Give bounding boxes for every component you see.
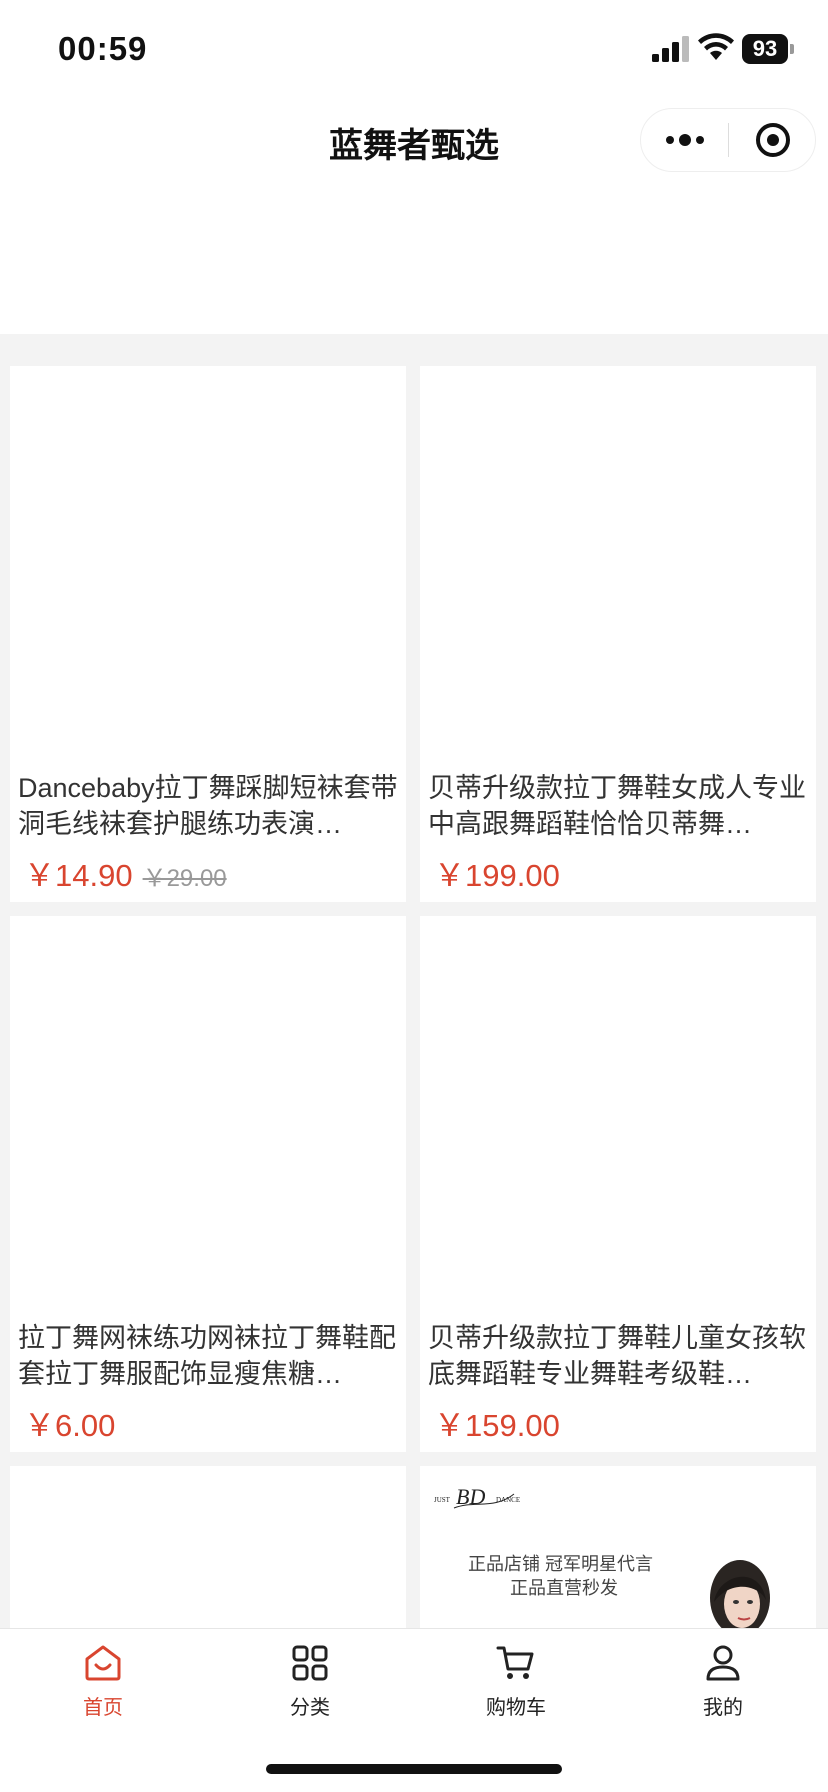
- tab-label: 分类: [290, 1697, 330, 1719]
- product-original-price: ￥29.00: [142, 865, 227, 892]
- svg-text:DANCE: DANCE: [496, 1496, 520, 1504]
- price-row: ￥6.00: [24, 1400, 115, 1445]
- svg-text:BD: BD: [456, 1484, 485, 1509]
- tab-category[interactable]: 分类: [250, 1643, 370, 1727]
- category-grid-icon: [292, 1645, 328, 1681]
- celebrity-photo: [710, 1560, 770, 1630]
- nav-bar: 蓝舞者甄选: [0, 96, 828, 184]
- product-card[interactable]: [10, 1466, 406, 1630]
- store-ad-card[interactable]: JUST BD DANCE 正品店铺 冠军明星代言 正品直营秒发: [420, 1466, 816, 1630]
- battery-level: 93: [742, 34, 788, 64]
- tab-profile[interactable]: 我的: [663, 1643, 783, 1727]
- product-card[interactable]: 贝蒂升级款拉丁舞鞋儿童女孩软底舞蹈鞋专业舞鞋考级鞋… ￥159.00: [420, 916, 816, 1452]
- product-title[interactable]: Dancebaby拉丁舞踩脚短袜套带洞毛线袜套护腿练功表演…: [18, 770, 398, 842]
- svg-text:JUST: JUST: [434, 1496, 451, 1504]
- cellular-signal-icon: [652, 36, 689, 62]
- ad-subslogan: 正品直营秒发: [510, 1578, 618, 1598]
- product-price: ￥6.00: [24, 1408, 116, 1443]
- tab-label: 我的: [703, 1697, 743, 1719]
- user-icon: [706, 1645, 740, 1681]
- product-price: ￥14.90: [24, 858, 133, 893]
- product-image[interactable]: [420, 916, 816, 1312]
- product-card[interactable]: 贝蒂升级款拉丁舞鞋女成人专业中高跟舞蹈鞋恰恰贝蒂舞… ￥199.00: [420, 366, 816, 902]
- close-target-icon[interactable]: [729, 109, 816, 171]
- product-card[interactable]: 拉丁舞网袜练功网袜拉丁舞鞋配套拉丁舞服配饰显瘦焦糖… ￥6.00: [10, 916, 406, 1452]
- battery-icon: 93: [742, 34, 794, 64]
- tab-label: 购物车: [486, 1697, 546, 1719]
- status-bar: 00:59 93: [0, 0, 828, 96]
- cart-icon: [496, 1646, 534, 1679]
- product-image[interactable]: [420, 366, 816, 762]
- tab-cart[interactable]: 购物车: [456, 1643, 576, 1727]
- home-indicator: [266, 1764, 562, 1774]
- product-image[interactable]: [10, 916, 406, 1312]
- product-title[interactable]: 贝蒂升级款拉丁舞鞋女成人专业中高跟舞蹈鞋恰恰贝蒂舞…: [428, 770, 808, 842]
- product-image[interactable]: [10, 1466, 406, 1630]
- wifi-icon: [698, 33, 734, 60]
- price-row: ￥14.90 ￥29.00: [24, 850, 227, 895]
- product-price: ￥199.00: [434, 858, 560, 893]
- status-time: 00:59: [58, 30, 148, 67]
- banner-area: [0, 184, 828, 334]
- product-title[interactable]: 贝蒂升级款拉丁舞鞋儿童女孩软底舞蹈鞋专业舞鞋考级鞋…: [428, 1320, 808, 1392]
- product-image[interactable]: [10, 366, 406, 762]
- product-card[interactable]: Dancebaby拉丁舞踩脚短袜套带洞毛线袜套护腿练功表演… ￥14.90 ￥2…: [10, 366, 406, 902]
- ad-slogan: 正品店铺 冠军明星代言: [468, 1554, 653, 1574]
- home-icon: [85, 1645, 121, 1681]
- more-menu-icon[interactable]: [641, 109, 728, 171]
- brand-logo: JUST BD DANCE: [434, 1484, 520, 1509]
- product-price: ￥159.00: [434, 1408, 560, 1443]
- price-row: ￥159.00: [434, 1400, 560, 1445]
- tab-home[interactable]: 首页: [43, 1643, 163, 1727]
- price-row: ￥199.00: [434, 850, 560, 895]
- tab-label: 首页: [83, 1697, 123, 1719]
- mini-program-capsule: [640, 108, 816, 172]
- product-title[interactable]: 拉丁舞网袜练功网袜拉丁舞鞋配套拉丁舞服配饰显瘦焦糖…: [18, 1320, 398, 1392]
